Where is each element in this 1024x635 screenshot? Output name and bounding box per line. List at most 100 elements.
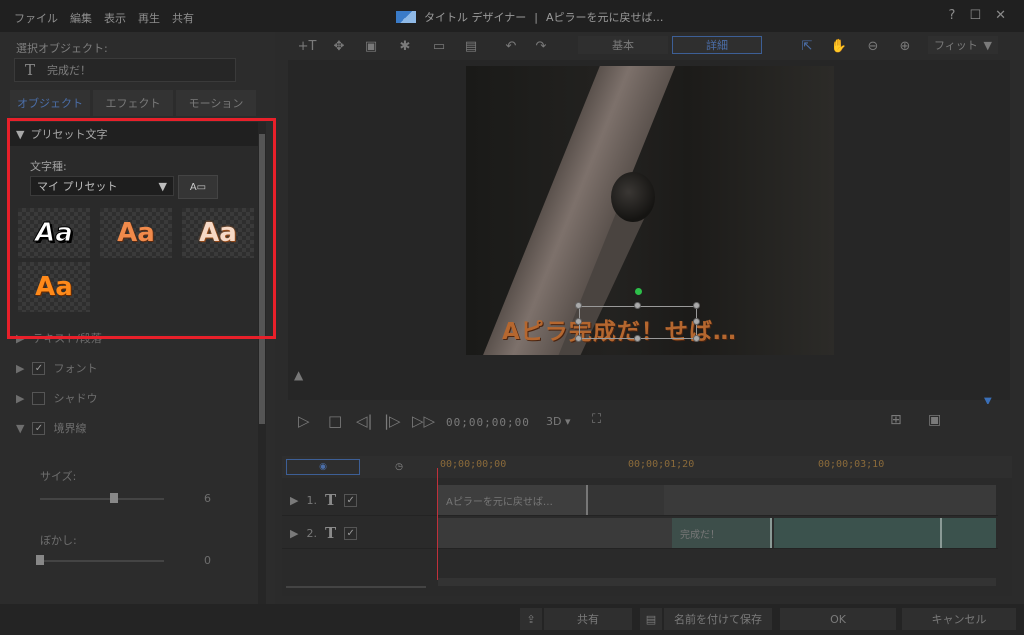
track-header: ▶ 2. T ✓ bbox=[282, 517, 436, 549]
preset-text-header[interactable]: ▼ プリセット文字 bbox=[10, 122, 258, 146]
maximize-icon[interactable]: ☐ bbox=[969, 8, 981, 23]
object-tab-icon: ◉ bbox=[319, 462, 327, 472]
3d-mode-dropdown[interactable]: 3D ▾ bbox=[546, 415, 571, 428]
track-number: 1. bbox=[306, 493, 317, 507]
timeline-clip-body[interactable] bbox=[774, 518, 940, 548]
panel-scroll-thumb[interactable] bbox=[259, 134, 265, 424]
cancel-button[interactable]: キャンセル bbox=[902, 608, 1016, 630]
preset-dropdown[interactable]: マイ プリセット ▼ bbox=[30, 176, 174, 196]
align-icon[interactable]: ▤ bbox=[460, 36, 482, 56]
timeline-empty-area[interactable] bbox=[664, 485, 996, 515]
timeline-object-tab[interactable]: ◉ bbox=[286, 459, 360, 475]
zoom-in-icon[interactable]: ⊕ bbox=[894, 36, 916, 56]
selected-object-label: 選択オブジェクト: bbox=[16, 42, 108, 55]
safe-zone-icon[interactable]: ▣ bbox=[928, 412, 941, 428]
select-cursor-icon[interactable]: ⇱ bbox=[796, 36, 818, 56]
resize-handle-tl[interactable] bbox=[575, 302, 582, 309]
border-size-slider[interactable] bbox=[40, 498, 164, 500]
menu-edit[interactable]: 編集 bbox=[70, 10, 92, 26]
save-as-button[interactable]: 名前を付けて保存 bbox=[664, 608, 772, 630]
blur-knob[interactable] bbox=[36, 555, 44, 565]
expand-triangle-icon: ▶ bbox=[16, 361, 25, 375]
resize-handle-r[interactable] bbox=[693, 318, 700, 325]
expand-triangle-icon: ▶ bbox=[16, 391, 25, 405]
previous-frame-icon[interactable]: ◁| bbox=[356, 412, 373, 430]
document-title: Aピラーを元に戻せば… bbox=[546, 11, 664, 24]
timeline-time-tab[interactable]: ◷ bbox=[362, 459, 436, 475]
section-border[interactable]: ▼ ✓ 境界線 bbox=[16, 420, 86, 436]
save-icon[interactable]: ▤ bbox=[640, 608, 662, 630]
tab-object[interactable]: オブジェクト bbox=[10, 90, 90, 116]
resize-handle-b[interactable] bbox=[634, 335, 641, 342]
expand-triangle-icon[interactable]: ▶ bbox=[290, 527, 298, 540]
resize-handle-bl[interactable] bbox=[575, 335, 582, 342]
tab-motion[interactable]: モーション bbox=[176, 90, 256, 116]
resize-handle-tr[interactable] bbox=[693, 302, 700, 309]
save-preset-button[interactable]: A▭ bbox=[178, 175, 218, 199]
bottom-bar: ⇪ 共有 ▤ 名前を付けて保存 OK キャンセル bbox=[0, 604, 1024, 635]
safe-area-triangle-icon[interactable]: ▲ bbox=[294, 368, 303, 382]
zoom-out-icon[interactable]: ⊖ bbox=[862, 36, 884, 56]
timeline-clip-end[interactable] bbox=[940, 518, 996, 548]
border-checkbox[interactable]: ✓ bbox=[32, 421, 46, 435]
insert-text-icon[interactable]: +T bbox=[296, 36, 318, 56]
text-object-icon: T bbox=[25, 61, 36, 79]
timeline-clip[interactable]: 完成だ！ bbox=[672, 518, 772, 548]
insert-particle-icon[interactable]: ✥ bbox=[328, 36, 350, 56]
timeline-clip-tail[interactable] bbox=[588, 485, 664, 515]
menu-play[interactable]: 再生 bbox=[138, 10, 160, 26]
chevron-down-icon: ▾ bbox=[564, 415, 571, 428]
track-number: 2. bbox=[306, 526, 317, 540]
hand-pan-icon[interactable]: ✋ bbox=[828, 36, 850, 56]
share-button[interactable]: 共有 bbox=[544, 608, 632, 630]
section-shadow[interactable]: ▶ シャドウ bbox=[16, 390, 97, 406]
font-checkbox[interactable]: ✓ bbox=[32, 361, 46, 375]
grid-icon[interactable]: ⊞ bbox=[890, 412, 902, 428]
timeline-scrollbar[interactable] bbox=[438, 578, 996, 586]
preset-tile-1[interactable]: Aa bbox=[18, 208, 90, 258]
mode-detail-button[interactable]: 詳細 bbox=[672, 36, 762, 54]
menu-view[interactable]: 表示 bbox=[104, 10, 126, 26]
menu-file[interactable]: ファイル bbox=[14, 10, 58, 26]
track-visible-checkbox[interactable]: ✓ bbox=[344, 526, 358, 540]
preset-tile-3[interactable]: Aa bbox=[182, 208, 254, 258]
fast-forward-icon[interactable]: ▷▷ bbox=[412, 412, 435, 430]
play-icon[interactable]: ▷ bbox=[298, 412, 310, 430]
border-size-knob[interactable] bbox=[110, 493, 118, 503]
mode-basic-button[interactable]: 基本 bbox=[578, 36, 668, 54]
fullscreen-icon[interactable]: ⛶ bbox=[592, 412, 601, 427]
resize-handle-t[interactable] bbox=[634, 302, 641, 309]
blur-slider[interactable] bbox=[40, 560, 164, 562]
next-frame-icon[interactable]: |▷ bbox=[384, 412, 401, 430]
close-icon[interactable]: ✕ bbox=[995, 8, 1006, 23]
playhead-line[interactable] bbox=[437, 468, 438, 580]
help-icon[interactable]: ? bbox=[949, 8, 956, 23]
preset-tile-2[interactable]: Aa bbox=[100, 208, 172, 258]
section-text-paragraph[interactable]: ▶ テキスト/段落 bbox=[16, 330, 102, 346]
section-font[interactable]: ▶ ✓ フォント bbox=[16, 360, 97, 376]
ok-button[interactable]: OK bbox=[780, 608, 896, 630]
resize-handle-br[interactable] bbox=[693, 335, 700, 342]
expand-triangle-icon[interactable]: ▶ bbox=[290, 494, 298, 507]
track-visible-checkbox[interactable]: ✓ bbox=[344, 493, 358, 507]
share-icon[interactable]: ⇪ bbox=[520, 608, 542, 630]
insert-effect-icon[interactable]: ✱ bbox=[394, 36, 416, 56]
redo-icon[interactable]: ↷ bbox=[530, 36, 552, 56]
timeline-empty-area[interactable] bbox=[438, 518, 672, 548]
insert-image-icon[interactable]: ▣ bbox=[360, 36, 382, 56]
text-track-icon: T bbox=[324, 524, 337, 542]
timeline-clip[interactable]: Aピラーを元に戻せば… bbox=[438, 485, 588, 515]
shadow-checkbox[interactable] bbox=[32, 391, 46, 405]
resize-handle-l[interactable] bbox=[575, 318, 582, 325]
insert-background-icon[interactable]: ▭ bbox=[428, 36, 450, 56]
designer-toolbar: +T ✥ ▣ ✱ ▭ ▤ ↶ ↷ 基本 詳細 ⇱ ✋ ⊖ ⊕ フィット ▼ bbox=[288, 32, 1010, 60]
stop-icon[interactable]: □ bbox=[328, 412, 342, 430]
panel-scrollbar[interactable] bbox=[258, 122, 266, 612]
rotation-handle[interactable] bbox=[635, 288, 642, 295]
preset-tile-4[interactable]: Aa bbox=[18, 262, 90, 312]
tab-effect[interactable]: エフェクト bbox=[93, 90, 173, 116]
menu-share[interactable]: 共有 bbox=[172, 10, 194, 26]
undo-icon[interactable]: ↶ bbox=[500, 36, 522, 56]
zoom-fit-dropdown[interactable]: フィット ▼ bbox=[928, 36, 998, 54]
timeline-zoom-slider[interactable] bbox=[286, 586, 426, 588]
